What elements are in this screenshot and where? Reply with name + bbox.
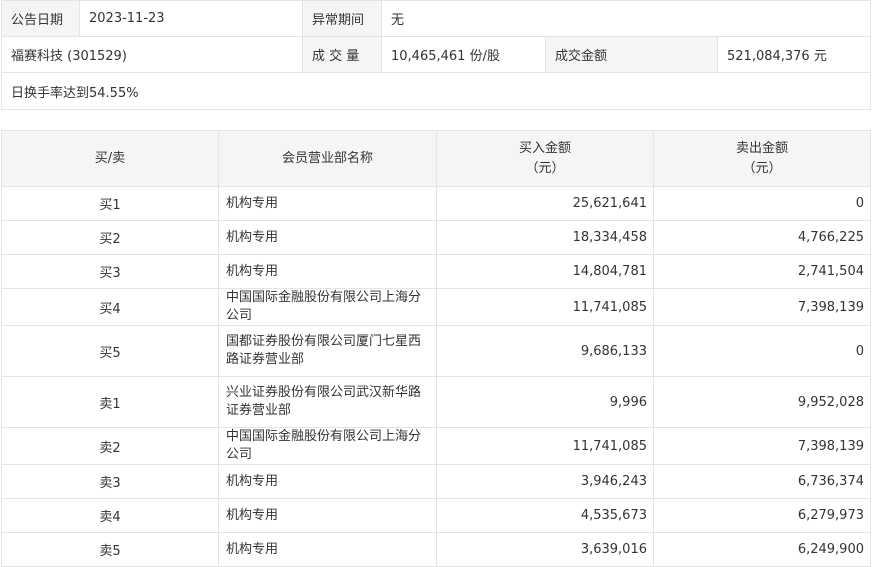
row-dept: 中国国际金融股份有限公司上海分公司 bbox=[218, 288, 437, 326]
row-side: 卖3 bbox=[1, 464, 219, 499]
row-side: 卖1 bbox=[1, 376, 219, 428]
table-row: 卖5 机构专用 3,639,016 6,249,900 bbox=[1, 532, 871, 567]
row-dept: 机构专用 bbox=[218, 532, 437, 567]
table-row: 买4 中国国际金融股份有限公司上海分公司 11,741,085 7,398,13… bbox=[1, 288, 871, 326]
table-row: 买5 国都证券股份有限公司厦门七星西路证券营业部 9,686,133 0 bbox=[1, 325, 871, 377]
table-row: 卖3 机构专用 3,946,243 6,736,374 bbox=[1, 464, 871, 499]
announcement-date-label: 公告日期 bbox=[1, 0, 80, 37]
row-buy-amount: 11,741,085 bbox=[436, 427, 654, 465]
row-buy-amount: 3,946,243 bbox=[436, 464, 654, 499]
row-dept: 机构专用 bbox=[218, 498, 437, 533]
row-side: 卖5 bbox=[1, 532, 219, 567]
header-buy-line2: （元） bbox=[525, 160, 565, 176]
row-sell-amount: 9,952,028 bbox=[653, 376, 871, 428]
row-buy-amount: 11,741,085 bbox=[436, 288, 654, 326]
row-dept: 机构专用 bbox=[218, 254, 437, 289]
stock-name-code: 福赛科技 (301529) bbox=[1, 36, 303, 73]
amount-value: 521,084,376 元 bbox=[717, 36, 871, 73]
header-sell-amount: 卖出金额 （元） bbox=[653, 130, 871, 187]
table-header-row: 买/卖 会员营业部名称 买入金额 （元） 卖出金额 （元） bbox=[1, 130, 871, 187]
amount-label: 成交金额 bbox=[545, 36, 718, 73]
row-side: 买1 bbox=[1, 186, 219, 221]
row-dept: 机构专用 bbox=[218, 186, 437, 221]
stock-info-table: 公告日期 2023-11-23 异常期间 无 福赛科技 (301529) 成 交… bbox=[1, 0, 871, 110]
row-side: 买4 bbox=[1, 288, 219, 326]
info-row-volume: 福赛科技 (301529) 成 交 量 10,465,461 份/股 成交金额 … bbox=[1, 36, 871, 73]
row-sell-amount: 7,398,139 bbox=[653, 427, 871, 465]
table-row: 卖1 兴业证券股份有限公司武汉新华路证券营业部 9,996 9,952,028 bbox=[1, 376, 871, 428]
row-buy-amount: 9,686,133 bbox=[436, 325, 654, 377]
table-row: 卖4 机构专用 4,535,673 6,279,973 bbox=[1, 498, 871, 533]
row-sell-amount: 2,741,504 bbox=[653, 254, 871, 289]
row-dept: 中国国际金融股份有限公司上海分公司 bbox=[218, 427, 437, 465]
row-dept: 机构专用 bbox=[218, 464, 437, 499]
header-buy-line1: 买入金额 bbox=[518, 140, 571, 156]
row-side: 卖2 bbox=[1, 427, 219, 465]
table-row: 买2 机构专用 18,334,458 4,766,225 bbox=[1, 220, 871, 255]
row-dept: 兴业证券股份有限公司武汉新华路证券营业部 bbox=[218, 376, 437, 428]
table-row: 买3 机构专用 14,804,781 2,741,504 bbox=[1, 254, 871, 289]
announcement-date-value: 2023-11-23 bbox=[79, 0, 303, 37]
row-sell-amount: 7,398,139 bbox=[653, 288, 871, 326]
row-buy-amount: 3,639,016 bbox=[436, 532, 654, 567]
info-row-reason: 日换手率达到54.55% bbox=[1, 72, 871, 110]
row-side: 卖4 bbox=[1, 498, 219, 533]
listing-reason: 日换手率达到54.55% bbox=[1, 72, 871, 110]
row-buy-amount: 18,334,458 bbox=[436, 220, 654, 255]
row-side: 买5 bbox=[1, 325, 219, 377]
row-sell-amount: 6,736,374 bbox=[653, 464, 871, 499]
table-row: 买1 机构专用 25,621,641 0 bbox=[1, 186, 871, 221]
row-buy-amount: 14,804,781 bbox=[436, 254, 654, 289]
volume-label: 成 交 量 bbox=[302, 36, 382, 73]
row-buy-amount: 9,996 bbox=[436, 376, 654, 428]
row-buy-amount: 25,621,641 bbox=[436, 186, 654, 221]
row-sell-amount: 0 bbox=[653, 186, 871, 221]
row-sell-amount: 6,279,973 bbox=[653, 498, 871, 533]
table-row: 卖2 中国国际金融股份有限公司上海分公司 11,741,085 7,398,13… bbox=[1, 427, 871, 465]
row-side: 买2 bbox=[1, 220, 219, 255]
header-sell-line1: 卖出金额 bbox=[735, 140, 788, 156]
broker-trade-table: 买/卖 会员营业部名称 买入金额 （元） 卖出金额 （元） 买1 机构专用 25… bbox=[1, 130, 871, 567]
abnormal-period-label: 异常期间 bbox=[302, 0, 382, 37]
info-row-date: 公告日期 2023-11-23 异常期间 无 bbox=[1, 0, 871, 37]
header-buy-amount: 买入金额 （元） bbox=[436, 130, 654, 187]
row-sell-amount: 6,249,900 bbox=[653, 532, 871, 567]
header-sell-line2: （元） bbox=[742, 160, 782, 176]
abnormal-period-value: 无 bbox=[381, 0, 871, 37]
row-dept: 国都证券股份有限公司厦门七星西路证券营业部 bbox=[218, 325, 437, 377]
row-sell-amount: 0 bbox=[653, 325, 871, 377]
row-dept: 机构专用 bbox=[218, 220, 437, 255]
volume-value: 10,465,461 份/股 bbox=[381, 36, 546, 73]
row-buy-amount: 4,535,673 bbox=[436, 498, 654, 533]
header-dept: 会员营业部名称 bbox=[218, 130, 437, 187]
header-side: 买/卖 bbox=[1, 130, 219, 187]
row-side: 买3 bbox=[1, 254, 219, 289]
row-sell-amount: 4,766,225 bbox=[653, 220, 871, 255]
